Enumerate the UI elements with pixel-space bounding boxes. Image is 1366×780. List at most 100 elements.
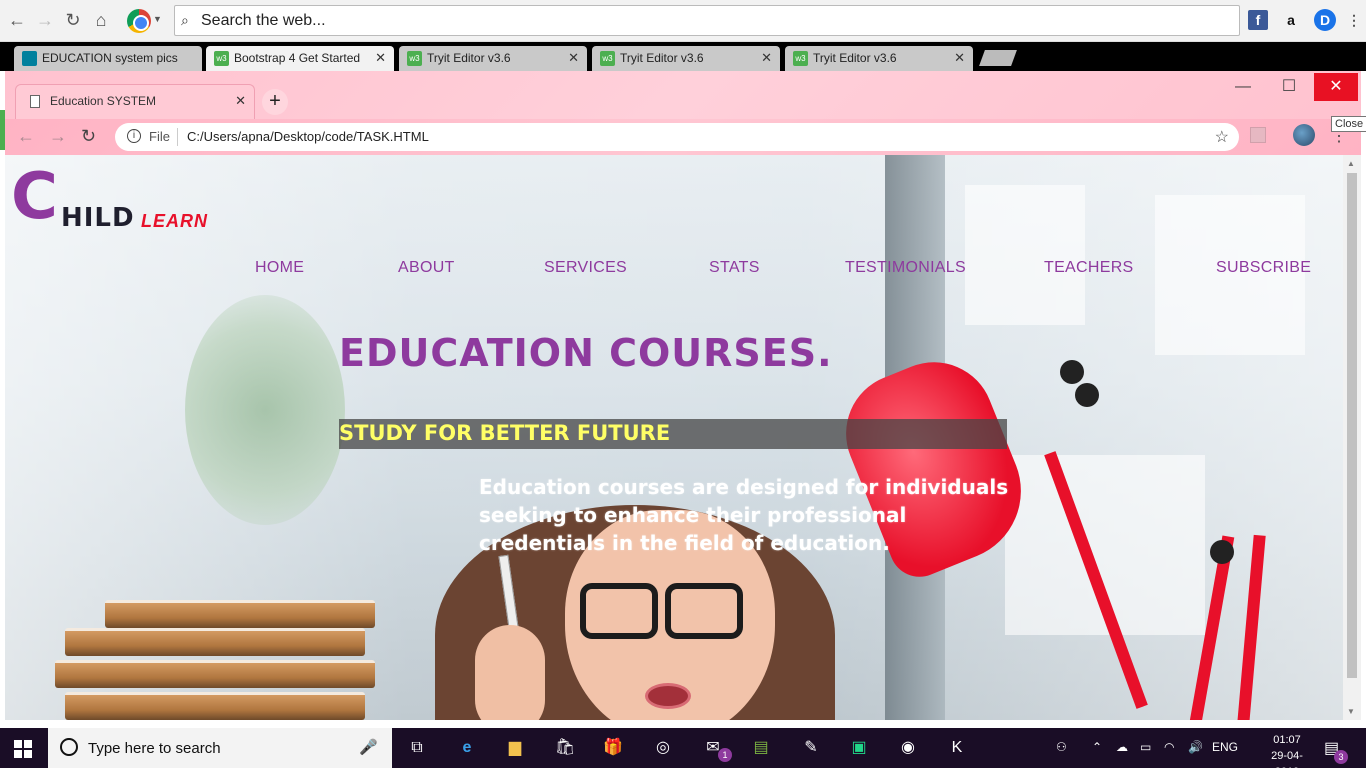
avatar[interactable] — [1293, 124, 1315, 146]
url-text[interactable]: C:/Users/apna/Desktop/code/TASK.HTML — [187, 129, 429, 144]
student-mouth — [645, 683, 691, 709]
outer-menu-icon[interactable]: ⋮ — [1344, 10, 1364, 30]
outer-tab[interactable]: w3 Tryit Editor v3.6 ✕ — [592, 46, 780, 71]
desk-lamp-arm — [1236, 534, 1266, 720]
chevron-up-icon[interactable]: ⌃ — [1092, 740, 1102, 754]
edge-icon[interactable]: e — [455, 736, 479, 760]
store-icon[interactable]: 🛍 — [553, 736, 577, 760]
glasses-right — [665, 583, 743, 639]
forward-arrow-icon[interactable]: → — [34, 9, 56, 31]
inner-browser-window: Education SYSTEM ✕ + — ☐ ✕ Close ← → ↻ i… — [5, 71, 1366, 720]
amazon-icon[interactable]: a — [1281, 10, 1301, 30]
lamp-joint — [1210, 540, 1234, 564]
w3schools-icon: w3 — [407, 51, 422, 66]
outer-tab-active[interactable]: w3 Bootstrap 4 Get Started ✕ — [206, 46, 394, 71]
target-icon[interactable]: ◎ — [651, 736, 675, 760]
nav-testimonials[interactable]: TESTIMONIALS — [845, 259, 966, 277]
outer-search-input[interactable]: ⌕ Search the web... — [174, 5, 1240, 36]
close-window-button[interactable]: ✕ — [1314, 73, 1358, 101]
system-clock[interactable]: 01:07 29-04-2019 — [1262, 732, 1312, 780]
close-tab-icon[interactable]: ✕ — [568, 50, 579, 66]
chrome-logo-icon[interactable] — [127, 9, 151, 33]
inner-toolbar: ← → ↻ i File C:/Users/apna/Desktop/code/… — [5, 119, 1361, 155]
windows-start-icon[interactable] — [14, 740, 32, 758]
nav-stats[interactable]: STATS — [709, 259, 760, 277]
reload-icon[interactable]: ↻ — [62, 9, 84, 31]
outer-tab-label: Tryit Editor v3.6 — [813, 51, 897, 65]
close-tab-icon[interactable]: ✕ — [761, 50, 772, 66]
battery-icon[interactable]: ▭ — [1140, 740, 1151, 754]
close-tab-icon[interactable]: ✕ — [375, 50, 386, 66]
w3schools-icon: w3 — [793, 51, 808, 66]
background-plant — [185, 295, 345, 525]
new-tab-button[interactable] — [979, 50, 1017, 66]
outer-toolbar: ← → ↻ ⌂ ▼ ⌕ Search the web... f a D ⋮ — [0, 0, 1366, 42]
pycharm-icon[interactable]: ▣ — [847, 736, 871, 760]
back-arrow-icon[interactable]: ← — [6, 9, 28, 31]
facebook-icon[interactable]: f — [1248, 10, 1268, 30]
info-icon[interactable]: i — [127, 129, 141, 143]
nav-about[interactable]: ABOUT — [398, 259, 455, 277]
logo-text: HILD — [61, 203, 135, 233]
chart-app-icon[interactable]: ▤ — [749, 736, 773, 760]
new-tab-plus-icon[interactable]: + — [262, 89, 288, 115]
outer-tab[interactable]: EDUCATION system pics — [14, 46, 202, 71]
network-icon[interactable]: ☁ — [1116, 740, 1128, 754]
divider — [177, 128, 178, 146]
bookmark-star-icon[interactable]: ☆ — [1215, 127, 1229, 147]
side-marker — [0, 110, 5, 150]
nav-services[interactable]: SERVICES — [544, 259, 627, 277]
bing-icon — [22, 51, 37, 66]
extension-icon[interactable] — [1250, 127, 1266, 143]
close-tooltip: Close — [1331, 116, 1366, 132]
notification-badge: 3 — [1334, 750, 1348, 764]
task-view-icon[interactable]: ⧉ — [405, 736, 429, 760]
outer-tab-label: EDUCATION system pics — [42, 51, 178, 65]
maximize-button[interactable]: ☐ — [1267, 73, 1311, 101]
outer-tab[interactable]: w3 Tryit Editor v3.6 ✕ — [399, 46, 587, 71]
nav-teachers[interactable]: TEACHERS — [1044, 259, 1134, 277]
language-indicator[interactable]: ENG — [1212, 740, 1238, 754]
chrome-icon[interactable]: ◉ — [896, 736, 920, 760]
search-icon: ⌕ — [181, 12, 189, 28]
microphone-icon[interactable]: 🎤 — [359, 738, 378, 756]
forward-arrow-icon[interactable]: → — [49, 126, 67, 147]
glasses-left — [580, 583, 658, 639]
file-explorer-icon[interactable]: ▆ — [503, 736, 527, 760]
inner-titlebar: Education SYSTEM ✕ + — ☐ ✕ — [5, 71, 1361, 119]
taskbar-search-placeholder: Type here to search — [88, 740, 221, 757]
d-extension-icon[interactable]: D — [1314, 9, 1336, 31]
close-tab-icon[interactable]: ✕ — [235, 93, 246, 109]
vertical-scrollbar[interactable]: ▲ ▼ — [1343, 155, 1361, 720]
wifi-icon[interactable]: ◠ — [1164, 740, 1174, 754]
address-bar[interactable]: i File C:/Users/apna/Desktop/code/TASK.H… — [115, 123, 1239, 151]
pen-app-icon[interactable]: ✎ — [799, 736, 823, 760]
hero-title: EDUCATION COURSES. — [339, 331, 833, 375]
minimize-button[interactable]: — — [1221, 73, 1265, 101]
lamp-joint — [1060, 360, 1084, 384]
scroll-down-arrow-icon[interactable]: ▼ — [1347, 707, 1355, 716]
chevron-down-icon[interactable]: ▼ — [153, 14, 162, 24]
gift-icon[interactable]: 🎁 — [601, 736, 625, 760]
home-icon[interactable]: ⌂ — [90, 9, 112, 31]
w3schools-icon: w3 — [214, 51, 229, 66]
back-arrow-icon[interactable]: ← — [17, 126, 35, 147]
volume-icon[interactable]: 🔊 — [1188, 740, 1203, 754]
hero-description: Education courses are designed for indiv… — [479, 475, 1009, 555]
reload-icon[interactable]: ↻ — [81, 126, 96, 147]
outer-search-placeholder: Search the web... — [201, 12, 326, 29]
main-nav: HOME ABOUT SERVICES STATS TESTIMONIALS T… — [5, 259, 1343, 283]
taskbar-search-input[interactable]: Type here to search 🎤 — [48, 728, 392, 768]
document-icon — [30, 95, 40, 108]
outer-tab[interactable]: w3 Tryit Editor v3.6 ✕ — [785, 46, 973, 71]
inner-tab[interactable]: Education SYSTEM ✕ — [15, 84, 255, 119]
logo-tagline: LEARN — [141, 211, 208, 231]
close-tab-icon[interactable]: ✕ — [954, 50, 965, 66]
nav-subscribe[interactable]: SUBSCRIBE — [1216, 259, 1311, 277]
scroll-up-arrow-icon[interactable]: ▲ — [1347, 159, 1355, 168]
outer-tab-label: Tryit Editor v3.6 — [620, 51, 704, 65]
scrollbar-thumb[interactable] — [1347, 173, 1357, 678]
k7-icon[interactable]: K — [945, 736, 969, 760]
nav-home[interactable]: HOME — [255, 259, 304, 277]
people-icon[interactable]: ⚇ — [1056, 740, 1067, 754]
